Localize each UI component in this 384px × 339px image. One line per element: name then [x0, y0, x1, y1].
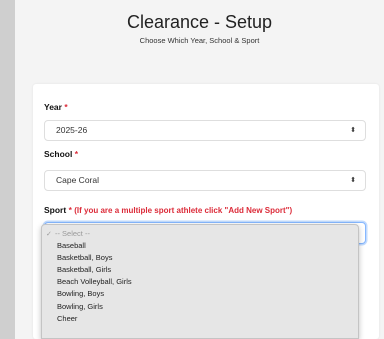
school-select[interactable]: Cape Coral ⬍ [44, 170, 366, 191]
chevron-updown-icon: ⬍ [350, 177, 356, 184]
school-label: School * [44, 149, 79, 159]
year-label: Year * [44, 102, 68, 112]
sport-dropdown-list[interactable]: ✓ -- Select -- Baseball Basketball, Boys… [41, 224, 359, 339]
dropdown-option[interactable]: Bowling, Boys [42, 288, 358, 300]
page-title: Clearance - Setup [126, 12, 273, 32]
page-subtitle: Choose Which Year, School & Sport [139, 36, 260, 45]
year-select[interactable]: 2025-26 ⬍ [44, 120, 366, 141]
dropdown-option-placeholder[interactable]: ✓ -- Select -- [42, 228, 358, 240]
chevron-updown-icon: ⬍ [350, 127, 356, 134]
sport-note: (If you are a multiple sport athlete cli… [74, 206, 293, 215]
sport-label: Sport * (If you are a multiple sport ath… [44, 205, 293, 215]
dropdown-option[interactable]: Beach Volleyball, Girls [42, 276, 358, 288]
dropdown-option[interactable]: Cheer [42, 313, 358, 325]
checkmark-icon: ✓ [46, 231, 52, 238]
dropdown-option[interactable]: Basketball, Girls [42, 264, 358, 276]
dropdown-option[interactable]: Bowling, Girls [42, 301, 358, 313]
year-select-value: 2025-26 [56, 125, 88, 135]
dropdown-option[interactable]: Basketball, Boys [42, 252, 358, 264]
school-select-value: Cape Coral [56, 175, 99, 185]
dropdown-option[interactable]: Baseball [42, 240, 358, 252]
page-header: Clearance - Setup Choose Which Year, Sch… [15, 0, 384, 45]
